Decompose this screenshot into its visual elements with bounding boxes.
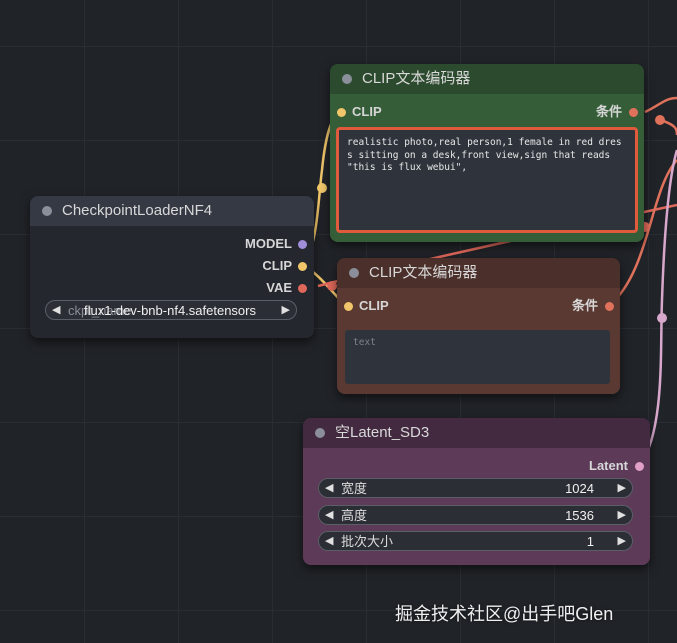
clip-text-encoder-node-top[interactable]: CLIP文本编码器 CLIP 条件 realistic photo,real p… [330, 64, 644, 242]
collapse-dot-icon[interactable] [349, 268, 359, 278]
conditioning-output-slot-icon[interactable] [629, 108, 638, 117]
conditioning-output-label: 条件 [571, 298, 598, 313]
wire-reroute-dot [317, 183, 327, 193]
width-number-widget[interactable]: ◀ 宽度 1024 ▶ [318, 478, 633, 498]
conditioning-output-label: 条件 [595, 104, 622, 119]
increment-arrow-icon[interactable]: ▶ [618, 532, 626, 551]
width-label: 宽度 [341, 481, 368, 496]
decrement-arrow-icon[interactable]: ◀ [325, 506, 333, 525]
node-body: CLIP 条件 realistic photo,real person,1 fe… [330, 94, 644, 242]
node-title: CLIP文本编码器 [369, 264, 478, 281]
decrement-arrow-icon[interactable]: ◀ [325, 532, 333, 551]
height-number-widget[interactable]: ◀ 高度 1536 ▶ [318, 505, 633, 525]
vae-output-slot-icon[interactable] [298, 284, 307, 293]
batch-size-label: 批次大小 [341, 534, 394, 549]
wire-conditioning-top [644, 96, 677, 114]
ckpt-name-combo[interactable]: ◀ ckpt_name flux1-dev-bnb-nf4.safetensor… [45, 300, 297, 320]
watermark-text: 掘金技术社区@出手吧Glen [395, 604, 614, 624]
batch-size-value: 1 [586, 534, 594, 549]
height-value: 1536 [565, 508, 594, 523]
node-body: Latent ◀ 宽度 1024 ▶ ◀ 高度 1536 ▶ ◀ 批次大小 1 … [303, 448, 650, 565]
latent-output-slot-icon[interactable] [635, 462, 644, 471]
clip-input-label: CLIP [359, 298, 389, 313]
model-output-label: MODEL [245, 236, 292, 251]
empty-latent-sd3-node[interactable]: 空Latent_SD3 Latent ◀ 宽度 1024 ▶ ◀ 高度 1536… [303, 418, 650, 565]
clip-input-label: CLIP [352, 104, 382, 119]
node-title-bar[interactable]: CLIP文本编码器 [330, 64, 644, 94]
checkpoint-loader-node[interactable]: CheckpointLoaderNF4 MODEL CLIP VAE ◀ ckp… [30, 196, 314, 338]
width-value: 1024 [565, 481, 594, 496]
latent-output-label: Latent [589, 458, 628, 473]
decrement-arrow-icon[interactable]: ◀ [325, 479, 333, 498]
node-body: CLIP 条件 text [337, 288, 620, 394]
node-body: MODEL CLIP VAE ◀ ckpt_name flux1-dev-bnb… [30, 226, 314, 338]
height-label: 高度 [341, 508, 368, 523]
node-title: CLIP文本编码器 [362, 70, 471, 87]
node-title-bar[interactable]: 空Latent_SD3 [303, 418, 650, 448]
clip-text-encoder-node-bottom[interactable]: CLIP文本编码器 CLIP 条件 text [337, 258, 620, 394]
clip-output-label: CLIP [262, 258, 292, 273]
increment-arrow-icon[interactable]: ▶ [618, 479, 626, 498]
collapse-dot-icon[interactable] [315, 428, 325, 438]
node-title: 空Latent_SD3 [335, 424, 430, 441]
increment-arrow-icon[interactable]: ▶ [618, 506, 626, 525]
prompt-textarea[interactable]: text [345, 330, 610, 384]
ckpt-name-value: flux1-dev-bnb-nf4.safetensors [84, 303, 256, 318]
clip-input-slot-icon[interactable] [344, 302, 353, 311]
collapse-dot-icon[interactable] [342, 74, 352, 84]
wire-reroute-dot [327, 281, 337, 291]
clip-output-slot-icon[interactable] [298, 262, 307, 271]
clip-input-slot-icon[interactable] [337, 108, 346, 117]
node-title-bar[interactable]: CLIP文本编码器 [337, 258, 620, 288]
node-title: CheckpointLoaderNF4 [62, 202, 213, 219]
model-output-slot-icon[interactable] [298, 240, 307, 249]
collapse-dot-icon[interactable] [42, 206, 52, 216]
combo-right-arrow-icon[interactable]: ▶ [282, 301, 290, 320]
combo-left-arrow-icon[interactable]: ◀ [52, 301, 60, 320]
conditioning-output-slot-icon[interactable] [605, 302, 614, 311]
wire-reroute-dot [657, 313, 667, 323]
batch-size-number-widget[interactable]: ◀ 批次大小 1 ▶ [318, 531, 633, 551]
node-title-bar[interactable]: CheckpointLoaderNF4 [30, 196, 314, 226]
vae-output-label: VAE [266, 280, 292, 295]
prompt-textarea[interactable]: realistic photo,real person,1 female in … [336, 127, 638, 233]
